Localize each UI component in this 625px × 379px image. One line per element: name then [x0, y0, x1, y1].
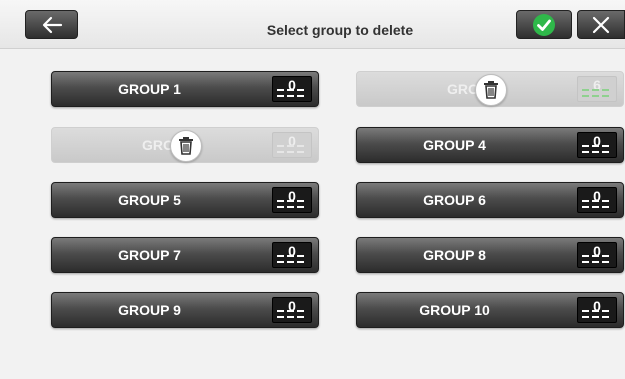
group-count-badge: 0 [272, 76, 312, 102]
group-label: GROUP 7 [118, 247, 181, 263]
group-button-4[interactable]: GROUP 4 0 [356, 127, 624, 163]
list-lines-icon [582, 310, 609, 318]
group-label: GROUP 5 [118, 192, 181, 208]
group-label: GROUP 10 [419, 302, 490, 318]
group-count-badge: 0 [272, 297, 312, 323]
list-lines-icon [277, 89, 304, 97]
trash-icon [170, 130, 202, 162]
confirm-button[interactable] [516, 10, 572, 39]
group-label: GROUP 4 [423, 137, 486, 153]
group-label: GROU [142, 137, 184, 153]
group-button-5[interactable]: GROUP 5 0 [51, 182, 319, 218]
list-lines-icon [277, 255, 304, 263]
group-count-badge: 0 [577, 187, 617, 213]
group-button-6[interactable]: GROUP 6 0 [356, 182, 624, 218]
group-count-badge: 0 [272, 187, 312, 213]
header-bar: Select group to delete [0, 0, 625, 49]
close-button[interactable] [577, 10, 625, 39]
page-title: Select group to delete [266, 22, 414, 38]
close-icon [592, 16, 610, 33]
group-button-10[interactable]: GROUP 10 0 [356, 292, 624, 328]
trash-icon [475, 74, 507, 106]
checkmark-icon [533, 13, 555, 36]
group-label: GROU [447, 81, 489, 97]
arrow-left-icon [42, 16, 62, 33]
group-count-badge: 6 [577, 76, 617, 102]
list-lines-icon [582, 200, 609, 208]
back-button[interactable] [25, 10, 78, 39]
group-label: GROUP 6 [423, 192, 486, 208]
list-lines-icon [582, 89, 609, 97]
list-lines-icon [582, 255, 609, 263]
group-button-1[interactable]: GROUP 1 0 [51, 71, 319, 107]
group-button-7[interactable]: GROUP 7 0 [51, 237, 319, 273]
group-count-badge: 0 [577, 297, 617, 323]
group-count-badge: 0 [272, 242, 312, 268]
list-lines-icon [277, 145, 304, 153]
group-count-badge: 0 [272, 132, 312, 158]
list-lines-icon [582, 145, 609, 153]
group-count-badge: 0 [577, 132, 617, 158]
group-label: GROUP 8 [423, 247, 486, 263]
list-lines-icon [277, 200, 304, 208]
group-button-9[interactable]: GROUP 9 0 [51, 292, 319, 328]
list-lines-icon [277, 310, 304, 318]
group-count-badge: 0 [577, 242, 617, 268]
group-label: GROUP 1 [118, 81, 181, 97]
group-label: GROUP 9 [118, 302, 181, 318]
group-button-8[interactable]: GROUP 8 0 [356, 237, 624, 273]
